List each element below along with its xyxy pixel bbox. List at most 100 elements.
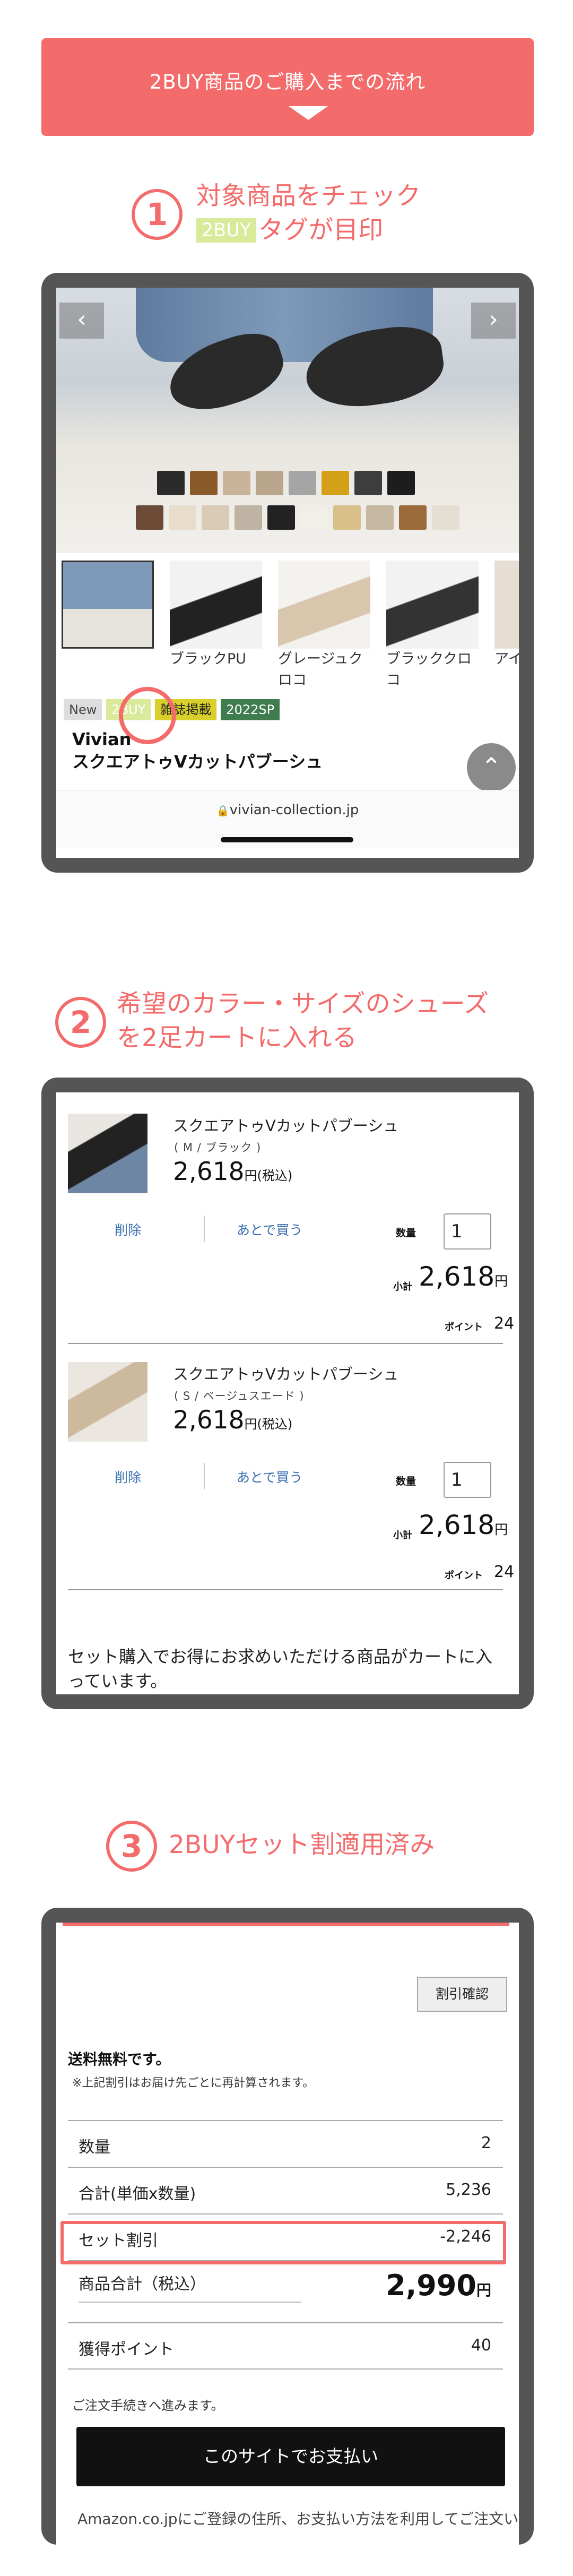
- scroll-top-button[interactable]: ⌃: [467, 743, 516, 792]
- yen-label: 円: [494, 1522, 508, 1537]
- thumbnail-0[interactable]: [62, 561, 154, 649]
- divider: [68, 2368, 503, 2370]
- row-value: 40: [471, 2336, 491, 2355]
- free-shipping-text: 送料無料です。: [68, 2051, 171, 2068]
- prev-image-button[interactable]: ‹: [59, 303, 104, 339]
- swatch[interactable]: [289, 471, 316, 495]
- item-divider: [68, 1343, 503, 1344]
- step-number-3: 3: [106, 1821, 157, 1872]
- swatch[interactable]: [333, 505, 361, 530]
- step1-title: 対象商品をチェック: [196, 182, 421, 211]
- save-for-later-link[interactable]: あとで買う: [237, 1467, 302, 1486]
- badge-new: New: [64, 699, 102, 720]
- swatch[interactable]: [223, 471, 250, 495]
- swatch[interactable]: [157, 471, 185, 495]
- thumbnail-label: ブラックPU: [170, 651, 247, 667]
- subtotal-label: 小計: [393, 1530, 412, 1541]
- step3-title: 2BUYセット割適用済み: [169, 1830, 435, 1859]
- swatch[interactable]: [387, 471, 415, 495]
- step2-subtitle: を2足カートに入れる: [117, 1023, 357, 1053]
- next-image-button[interactable]: ›: [471, 303, 516, 339]
- lock-icon: 🔒: [216, 804, 230, 817]
- cart-item-price: 2,618円(税込): [173, 1157, 292, 1186]
- row-label: 数量: [79, 2138, 110, 2157]
- cart-screen: スクエアトゥVカットパブーシュ ( M / ブラック ) 2,618円(税込) …: [56, 1092, 519, 1694]
- swatch[interactable]: [256, 471, 283, 495]
- browser-url-bar[interactable]: 🔒vivian-collection.jp: [56, 790, 519, 848]
- swatch[interactable]: [202, 505, 229, 530]
- accent-line: [63, 1923, 509, 1926]
- total-label: 商品合計（税込）: [79, 2275, 206, 2294]
- thumbnail-2[interactable]: [278, 561, 370, 649]
- subtotal-amount: 2,618: [419, 1261, 495, 1292]
- thumbnail-label: グレージュクロコ: [278, 651, 363, 688]
- yen-label: 円: [494, 1273, 508, 1289]
- swatch[interactable]: [136, 505, 163, 530]
- swatch[interactable]: [235, 505, 262, 530]
- swatch[interactable]: [354, 471, 382, 495]
- price-value: 2,618: [173, 1157, 245, 1186]
- amazon-pay-note: Amazon.co.jpにご登録の住所、お支払い方法を利用してご注文い: [77, 2510, 519, 2528]
- swatch[interactable]: [322, 471, 349, 495]
- step-number-2: 2: [55, 997, 106, 1048]
- cart-item-variant: ( M / ブラック ): [174, 1141, 262, 1154]
- thumbnail-label: ブラッククロコ: [386, 651, 472, 688]
- delete-link[interactable]: 削除: [115, 1467, 141, 1486]
- divider: [204, 1463, 205, 1489]
- save-for-later-link[interactable]: あとで買う: [237, 1220, 302, 1239]
- divider: [79, 2302, 301, 2303]
- pay-on-site-button[interactable]: このサイトでお支払い: [76, 2427, 505, 2486]
- cart-item-name[interactable]: スクエアトゥVカットパブーシュ: [173, 1362, 398, 1384]
- row-label: 合計(単価x数量): [79, 2185, 196, 2203]
- price-suffix: 円(税込): [244, 1168, 293, 1183]
- url-text: 🔒vivian-collection.jp: [56, 802, 519, 818]
- proceed-text: ご注文手続きへ進みます。: [72, 2398, 224, 2413]
- cart-item-image[interactable]: [68, 1114, 147, 1193]
- phone-frame-product: ‹ › ブラックPU グレージュクロコ ブラッククロコ アイ New 2BUY …: [41, 273, 534, 873]
- thumbnail-1[interactable]: [170, 561, 262, 649]
- banner-title: 2BUY商品のご購入までの流れ: [149, 71, 426, 93]
- badge-season: 2022SP: [221, 699, 280, 720]
- discount-check-button[interactable]: 割引確認: [417, 1977, 507, 2012]
- swatch[interactable]: [169, 505, 196, 530]
- color-swatch-row-2: [136, 505, 459, 530]
- color-swatch-row-1: [157, 471, 415, 495]
- quantity-input[interactable]: 1: [444, 1462, 491, 1498]
- quantity-label: 数量: [396, 1227, 416, 1239]
- cart-item-image[interactable]: [68, 1362, 147, 1442]
- shipping-note: ※上記割引はお届け先ごとに再計算されます。: [72, 2077, 315, 2090]
- subtotal-value: 2,618円: [419, 1510, 508, 1540]
- step2-title: 希望のカラー・サイズのシューズ: [117, 989, 489, 1019]
- points-label: ポイント: [445, 1322, 483, 1333]
- swatch[interactable]: [432, 505, 459, 530]
- product-main-image: ‹ ›: [56, 288, 519, 553]
- thumbnail-3[interactable]: [386, 561, 479, 649]
- swatch[interactable]: [267, 505, 295, 530]
- delete-link[interactable]: 削除: [115, 1220, 141, 1239]
- product-brand: Vivian: [72, 729, 132, 749]
- quantity-input[interactable]: 1: [444, 1213, 491, 1250]
- summary-row-total: 合計(単価x数量) 5,236: [68, 2167, 503, 2213]
- yen-label: 円: [476, 2281, 491, 2299]
- points-value: 24: [494, 1314, 515, 1333]
- summary-screen: 割引確認 送料無料です。 ※上記割引はお届け先ごとに再計算されます。 数量 2 …: [56, 1923, 519, 2545]
- cart-item: スクエアトゥVカットパブーシュ ( M / ブラック ) 2,618円(税込) …: [56, 1092, 519, 1344]
- divider: [204, 1216, 205, 1242]
- phone-frame-cart: スクエアトゥVカットパブーシュ ( M / ブラック ) 2,618円(税込) …: [41, 1078, 534, 1709]
- row-value: 2: [481, 2134, 491, 2152]
- home-indicator: [221, 837, 353, 842]
- subtotal-label: 小計: [393, 1281, 412, 1293]
- swatch[interactable]: [300, 505, 328, 530]
- product-title: Vivian スクエアトゥVカットパブーシュ: [72, 728, 323, 773]
- swatch[interactable]: [190, 471, 218, 495]
- total-value: 2,990円: [386, 2269, 491, 2302]
- row-value: 5,236: [446, 2181, 491, 2199]
- summary-row-grand-total: 商品合計（税込） 2,990円: [68, 2260, 503, 2319]
- row-label: 獲得ポイント: [79, 2340, 174, 2359]
- swatch[interactable]: [366, 505, 394, 530]
- swatch[interactable]: [399, 505, 427, 530]
- thumbnail-4[interactable]: [494, 561, 519, 649]
- points-value: 24: [494, 1563, 515, 1581]
- cart-item-name[interactable]: スクエアトゥVカットパブーシュ: [173, 1114, 398, 1136]
- step-number-1: 1: [132, 189, 183, 240]
